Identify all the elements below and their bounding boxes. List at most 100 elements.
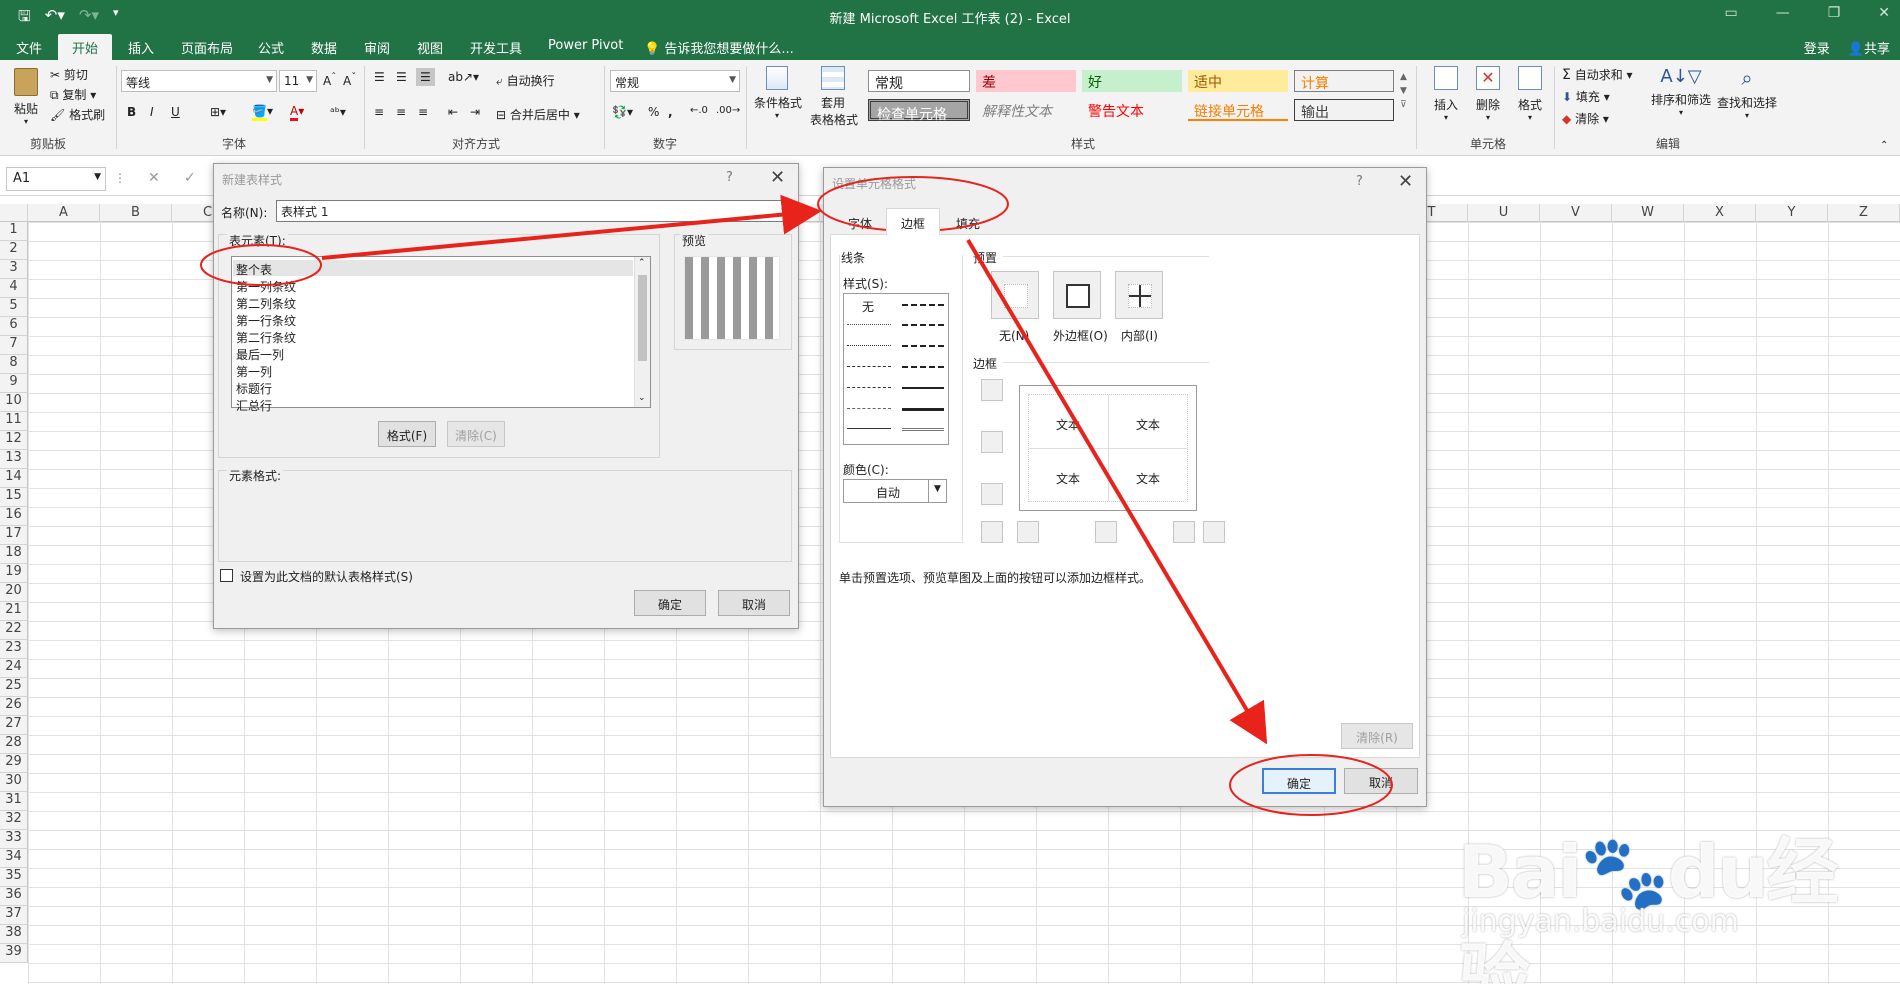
table-element-item[interactable]: 第一行条纹: [236, 312, 296, 329]
sort-filter-button[interactable]: A↓▽ 排序和筛选 ▾: [1650, 66, 1712, 117]
border-top-button[interactable]: [981, 379, 1003, 401]
table-element-item[interactable]: 汇总行: [236, 397, 272, 414]
line-style-none[interactable]: 无: [862, 298, 874, 315]
autosum-button[interactable]: Σ 自动求和 ▾: [1562, 66, 1633, 83]
row-header[interactable]: 3: [0, 260, 28, 279]
row-header[interactable]: 32: [0, 811, 28, 830]
name-box[interactable]: A1 ▼: [6, 167, 106, 191]
collapse-ribbon-icon[interactable]: ⌃: [1880, 140, 1888, 151]
line-style-option[interactable]: [902, 428, 944, 431]
row-header[interactable]: 25: [0, 678, 28, 697]
tab-developer[interactable]: 开发工具: [470, 38, 522, 57]
line-style-option[interactable]: [847, 387, 891, 388]
delete-cells-button[interactable]: ✕ 删除 ▾: [1470, 66, 1506, 122]
share-button[interactable]: 👤共享: [1848, 38, 1890, 57]
style-bad[interactable]: 差: [976, 70, 1076, 92]
column-header[interactable]: Y: [1756, 204, 1828, 222]
style-explanatory[interactable]: 解释性文本: [976, 99, 1076, 121]
tab-page-layout[interactable]: 页面布局: [181, 38, 233, 57]
clear-element-button[interactable]: 清除(C): [447, 421, 505, 447]
line-style-option[interactable]: [847, 324, 891, 325]
row-header[interactable]: 17: [0, 526, 28, 545]
close-icon[interactable]: ✕: [1398, 171, 1413, 192]
scroll-down-icon[interactable]: ⌄: [638, 393, 646, 403]
tab-view[interactable]: 视图: [417, 38, 443, 57]
align-bottom-icon[interactable]: ☰: [416, 68, 435, 86]
style-name-input[interactable]: 表样式 1: [276, 200, 792, 222]
row-header[interactable]: 29: [0, 754, 28, 773]
row-header[interactable]: 12: [0, 431, 28, 450]
row-header[interactable]: 28: [0, 735, 28, 754]
cancel-formula-icon[interactable]: ✕: [148, 170, 160, 186]
enter-formula-icon[interactable]: ✓: [184, 170, 196, 186]
row-header[interactable]: 13: [0, 450, 28, 469]
line-style-list[interactable]: 无: [843, 293, 949, 445]
column-header[interactable]: W: [1612, 204, 1684, 222]
bold-button[interactable]: B: [127, 105, 136, 119]
table-element-item[interactable]: 第二行条纹: [236, 329, 296, 346]
tell-me-box[interactable]: 💡 告诉我您想要做什么...: [644, 38, 794, 57]
tab-home[interactable]: 开始: [58, 34, 113, 60]
table-element-item[interactable]: 第一列: [236, 363, 272, 380]
row-header[interactable]: 30: [0, 773, 28, 792]
row-header[interactable]: 24: [0, 659, 28, 678]
preset-outline-button[interactable]: [1053, 271, 1101, 319]
cut-button[interactable]: ✂ 剪切: [50, 66, 88, 83]
row-header[interactable]: 34: [0, 849, 28, 868]
tab-border[interactable]: 边框: [886, 208, 940, 235]
row-header[interactable]: 10: [0, 393, 28, 412]
tab-formulas[interactable]: 公式: [258, 38, 284, 57]
paste-button[interactable]: 粘贴 ▾: [12, 68, 40, 126]
phonetic-icon[interactable]: ᵃᵇ▾: [330, 105, 346, 119]
ribbon-display-icon[interactable]: ▭: [1724, 5, 1737, 21]
table-elements-list[interactable]: 整个表 第一列条纹 第二列条纹 第一行条纹 第二行条纹 最后一列 第一列 标题行 汇总行 ⌃ ⌄: [231, 256, 651, 413]
row-header[interactable]: 35: [0, 868, 28, 887]
border-left-button[interactable]: [1017, 521, 1039, 543]
column-header[interactable]: U: [1468, 204, 1540, 222]
find-select-button[interactable]: ⌕ 查找和选择 ▾: [1716, 66, 1778, 120]
row-header[interactable]: 8: [0, 355, 28, 374]
style-normal[interactable]: 常规: [868, 70, 970, 92]
percent-button[interactable]: %: [648, 105, 659, 119]
style-calculation[interactable]: 计算: [1294, 70, 1394, 92]
border-bottom-button[interactable]: [981, 483, 1003, 505]
cancel-button[interactable]: 取消: [1344, 768, 1418, 794]
increase-decimal-icon[interactable]: ←.0: [690, 105, 708, 116]
line-style-option[interactable]: [902, 324, 944, 326]
insert-cells-button[interactable]: 插入 ▾: [1428, 66, 1464, 122]
line-style-option[interactable]: [902, 366, 944, 368]
row-header[interactable]: 26: [0, 697, 28, 716]
default-style-checkbox[interactable]: [220, 569, 233, 582]
column-header[interactable]: B: [100, 204, 172, 222]
row-header[interactable]: 14: [0, 469, 28, 488]
border-diagonal-up-button[interactable]: [981, 521, 1003, 543]
border-right-button[interactable]: [1173, 521, 1195, 543]
row-header[interactable]: 27: [0, 716, 28, 735]
line-style-option[interactable]: [847, 345, 891, 346]
list-scrollbar[interactable]: ⌃ ⌄: [634, 257, 650, 407]
close-window-icon[interactable]: ✕: [1878, 5, 1890, 21]
column-header[interactable]: V: [1540, 204, 1612, 222]
row-header[interactable]: 18: [0, 545, 28, 564]
login-link[interactable]: 登录: [1804, 38, 1830, 57]
format-cells-button[interactable]: 格式 ▾: [1512, 66, 1548, 122]
table-element-item[interactable]: 第一列条纹: [236, 278, 296, 295]
table-element-item[interactable]: 标题行: [236, 380, 272, 397]
styles-scroll-icon[interactable]: ▲ ▼ ⊽: [1400, 70, 1407, 112]
decrease-decimal-icon[interactable]: .00→: [716, 105, 740, 116]
border-preview[interactable]: 文本 文本 文本 文本: [1019, 385, 1197, 511]
row-header[interactable]: 19: [0, 564, 28, 583]
scroll-up-icon[interactable]: ⌃: [638, 258, 646, 268]
table-element-item[interactable]: 整个表: [236, 261, 272, 278]
number-format-select[interactable]: 常规 ▼: [610, 70, 740, 92]
row-header[interactable]: 15: [0, 488, 28, 507]
font-name-select[interactable]: 等线 ▼: [121, 70, 277, 92]
style-output[interactable]: 输出: [1294, 99, 1394, 121]
close-icon[interactable]: ✕: [770, 167, 785, 188]
row-header[interactable]: 6: [0, 317, 28, 336]
line-style-option[interactable]: [902, 304, 944, 306]
decrease-font-icon[interactable]: Aˇ: [343, 72, 356, 88]
decrease-indent-icon[interactable]: ⇤: [448, 105, 458, 119]
tab-review[interactable]: 审阅: [364, 38, 390, 57]
style-warning[interactable]: 警告文本: [1082, 99, 1182, 121]
